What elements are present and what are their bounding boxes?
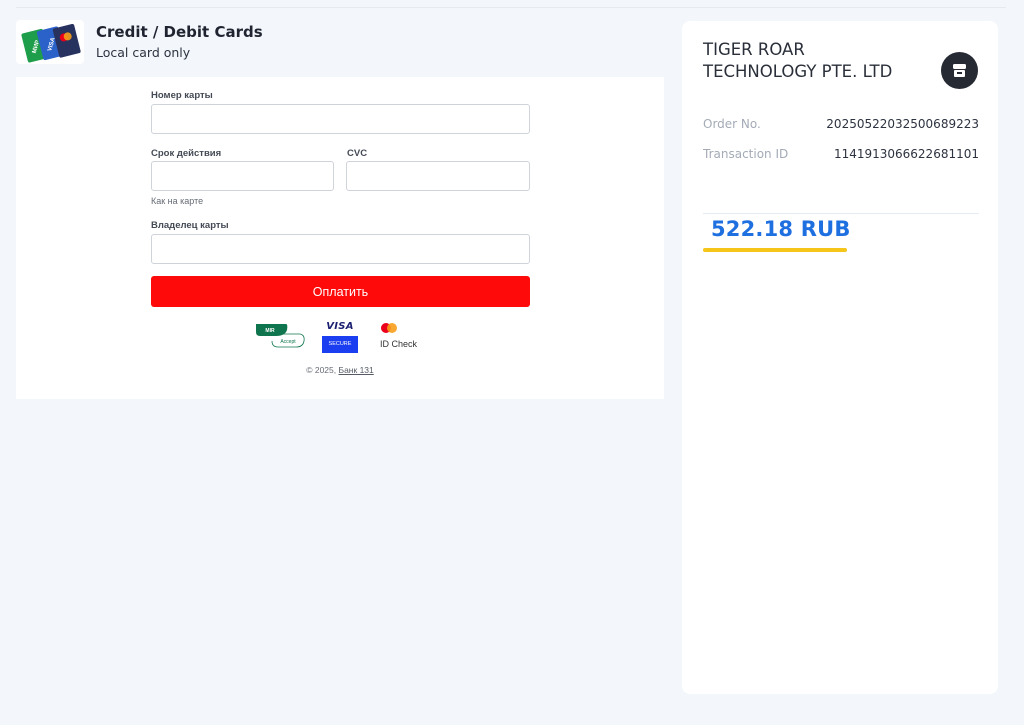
expiry-hint: Как на карте bbox=[151, 196, 204, 206]
cvc-label: CVC bbox=[347, 148, 368, 159]
copyright-text: © 2025, bbox=[306, 365, 337, 375]
mastercard-id-check-badge: ID Check bbox=[380, 322, 426, 352]
order-number-row: Order No. 20250522032500689223 bbox=[703, 117, 979, 135]
order-number-value: 20250522032500689223 bbox=[826, 117, 979, 131]
footer: © 2025, Банк 131 bbox=[16, 365, 664, 375]
amount-underline bbox=[703, 248, 847, 252]
cvc-input[interactable] bbox=[346, 161, 530, 191]
order-summary-card: TIGER ROAR TECHNOLOGY PTE. LTD Order No.… bbox=[682, 21, 998, 694]
expiry-label: Срок действия bbox=[151, 148, 222, 159]
payment-method-title: Credit / Debit Cards bbox=[96, 23, 263, 41]
top-divider bbox=[16, 7, 1006, 8]
security-badges: MIR Accept VISA SECURE ID Check bbox=[254, 319, 424, 355]
bank-link[interactable]: Банк 131 bbox=[339, 365, 374, 375]
order-number-label: Order No. bbox=[703, 117, 761, 131]
merchant-name: TIGER ROAR TECHNOLOGY PTE. LTD bbox=[703, 40, 893, 81]
visa-badge-word: VISA bbox=[326, 321, 354, 332]
payment-method-subtitle: Local card only bbox=[96, 45, 191, 60]
transaction-id-value: 1141913066622681101 bbox=[833, 147, 979, 161]
mir-accept-badge: MIR Accept bbox=[254, 323, 306, 349]
card-holder-input[interactable] bbox=[151, 234, 530, 264]
transaction-id-label: Transaction ID bbox=[703, 147, 789, 161]
mir-accept-text: Accept bbox=[280, 339, 296, 345]
credit-cards-icon: МИР VISA bbox=[16, 20, 84, 64]
summary-divider bbox=[703, 213, 979, 214]
id-check-text: ID Check bbox=[380, 339, 418, 349]
card-number-label: Номер карты bbox=[151, 90, 213, 101]
payment-amount: 522.18 RUB bbox=[711, 217, 851, 241]
mastercard-icon bbox=[381, 323, 397, 333]
card-holder-label: Владелец карты bbox=[151, 220, 229, 231]
visa-secure-label: SECURE bbox=[322, 336, 358, 353]
mir-badge-text: MIR bbox=[265, 328, 275, 334]
store-icon bbox=[941, 52, 978, 89]
pay-button[interactable]: Оплатить bbox=[151, 276, 530, 307]
payment-method-header: МИР VISA Credit / Debit Cards Local card… bbox=[16, 20, 516, 64]
expiry-input[interactable] bbox=[151, 161, 334, 191]
transaction-id-row: Transaction ID 1141913066622681101 bbox=[703, 147, 979, 165]
card-form-panel: Номер карты Срок действия Как на карте C… bbox=[16, 77, 664, 399]
card-number-input[interactable] bbox=[151, 104, 530, 134]
visa-secure-badge: VISA SECURE bbox=[322, 321, 358, 353]
